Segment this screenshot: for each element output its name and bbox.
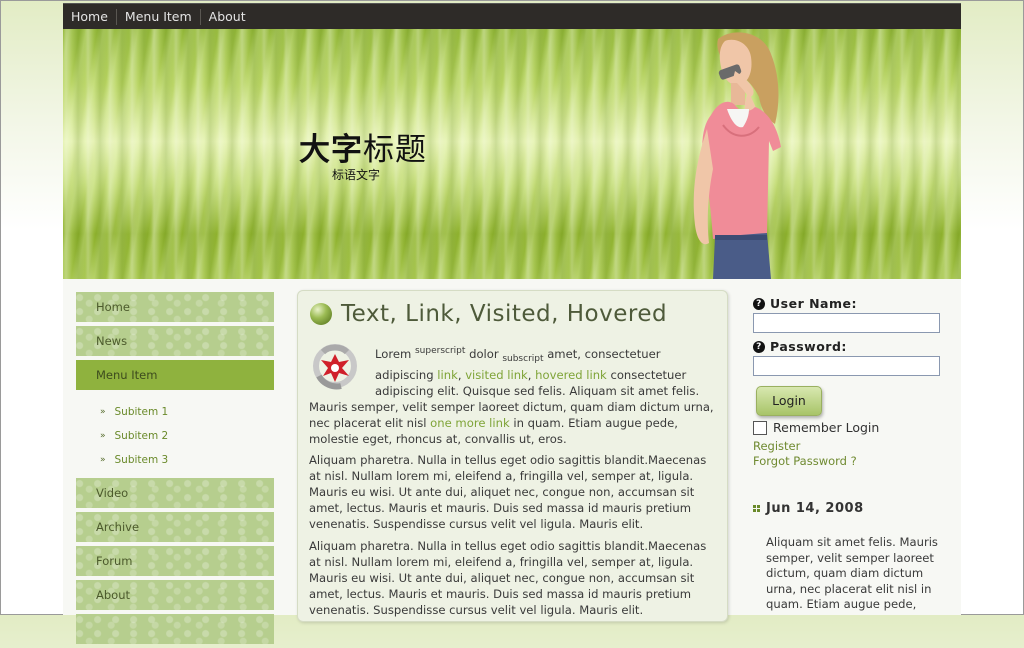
title-word-hovered: Hovered [566,301,668,327]
top-nav-menu-item[interactable]: Menu Item [117,9,201,25]
sidebar-item-archive[interactable]: Archive [76,512,274,542]
login-panel: ? User Name: ? Password: Login Remember Lo… [753,296,953,469]
article-heading: Text, Link, Visited, Hovered [310,301,667,327]
article-paragraph-1: Lorem superscript dolor subscript amet, … [309,343,717,447]
site-title: 大字标题 [299,124,427,169]
top-nav-about[interactable]: About [201,9,254,25]
sidebar-subitem-3[interactable]: » Subitem 3 [76,448,274,472]
password-label-row: ? Password: [753,339,953,354]
password-input[interactable] [753,356,940,376]
p1-text: dolor [465,346,503,361]
sidebar-subitem-1[interactable]: » Subitem 1 [76,400,274,424]
username-input[interactable] [753,313,940,333]
article-title: Text, Link, Visited, Hovered [341,301,667,327]
news-date: Jun 14, 2008 [753,501,864,516]
site-slogan: 标语文字 [332,168,381,182]
sidebar-item-home[interactable]: Home [76,292,274,322]
news-date-text: Jun 14, 2008 [766,501,864,516]
article-paragraph-3: Aliquam pharetra. Nulla in tellus eget o… [309,539,707,617]
orb-icon [310,303,332,325]
help-icon: ? [753,297,765,310]
help-icon: ? [753,340,765,353]
p1-text: Lorem [375,346,415,361]
sidebar-item-menu-item[interactable]: Menu Item [76,360,274,390]
site-title-rest: 标题 [363,132,427,168]
forgot-password-link[interactable]: Forgot Password ? [753,454,953,469]
top-nav: Home Menu Item About [63,3,961,30]
article-paragraph-2: Aliquam pharetra. Nulla in tellus eget o… [309,453,707,531]
sidebar-subitem-label: Subitem 1 [114,406,169,418]
news-text: Aliquam sit amet felis. Mauris semper, v… [766,535,938,611]
sidebar-subitem-2[interactable]: » Subitem 2 [76,424,274,448]
site-title-bold: 大字 [299,132,363,168]
logo-icon [313,344,357,390]
top-nav-home[interactable]: Home [63,9,117,25]
title-word-visited: Visited, [469,301,559,327]
header-banner: 大字标题 标语文字 [63,29,961,279]
superscript-text: superscript [414,346,466,356]
sidebar-item-about[interactable]: About [76,580,274,610]
username-label-row: ? User Name: [753,296,953,311]
password-label: Password: [770,339,847,354]
sidebar-item-news[interactable]: News [76,326,274,356]
title-word-link: Link, [405,301,463,327]
bullet-icon: » [100,431,106,441]
username-label: User Name: [770,296,857,311]
remember-login-label: Remember Login [773,420,880,435]
bullet-icon: » [100,407,106,417]
main-article: Text, Link, Visited, Hovered Lorem super… [297,290,728,622]
remember-login-checkbox[interactable] [753,420,767,435]
sidebar-item-partial[interactable] [76,614,274,644]
remember-login-row: Remember Login [753,420,953,435]
login-button[interactable]: Login [756,386,822,416]
bullet-icon: » [100,455,106,465]
link-hovered[interactable]: hovered link [535,368,607,382]
date-icon [753,505,760,512]
title-word-text: Text, [341,301,398,327]
link-normal[interactable]: link [437,368,458,382]
link-one-more[interactable]: one more link [430,416,509,430]
sidebar-item-forum[interactable]: Forum [76,546,274,576]
sidebar-item-video[interactable]: Video [76,478,274,508]
link-visited[interactable]: visited link [465,368,528,382]
subscript-text: subscript [502,354,544,365]
sidebar-subitem-label: Subitem 2 [114,430,169,442]
banner-woman-image [693,32,781,279]
sidebar-subitem-label: Subitem 3 [114,454,169,466]
sidebar-nav: Home News Menu Item » Subitem 1 » Subitem … [76,292,274,648]
register-link[interactable]: Register [753,439,953,454]
